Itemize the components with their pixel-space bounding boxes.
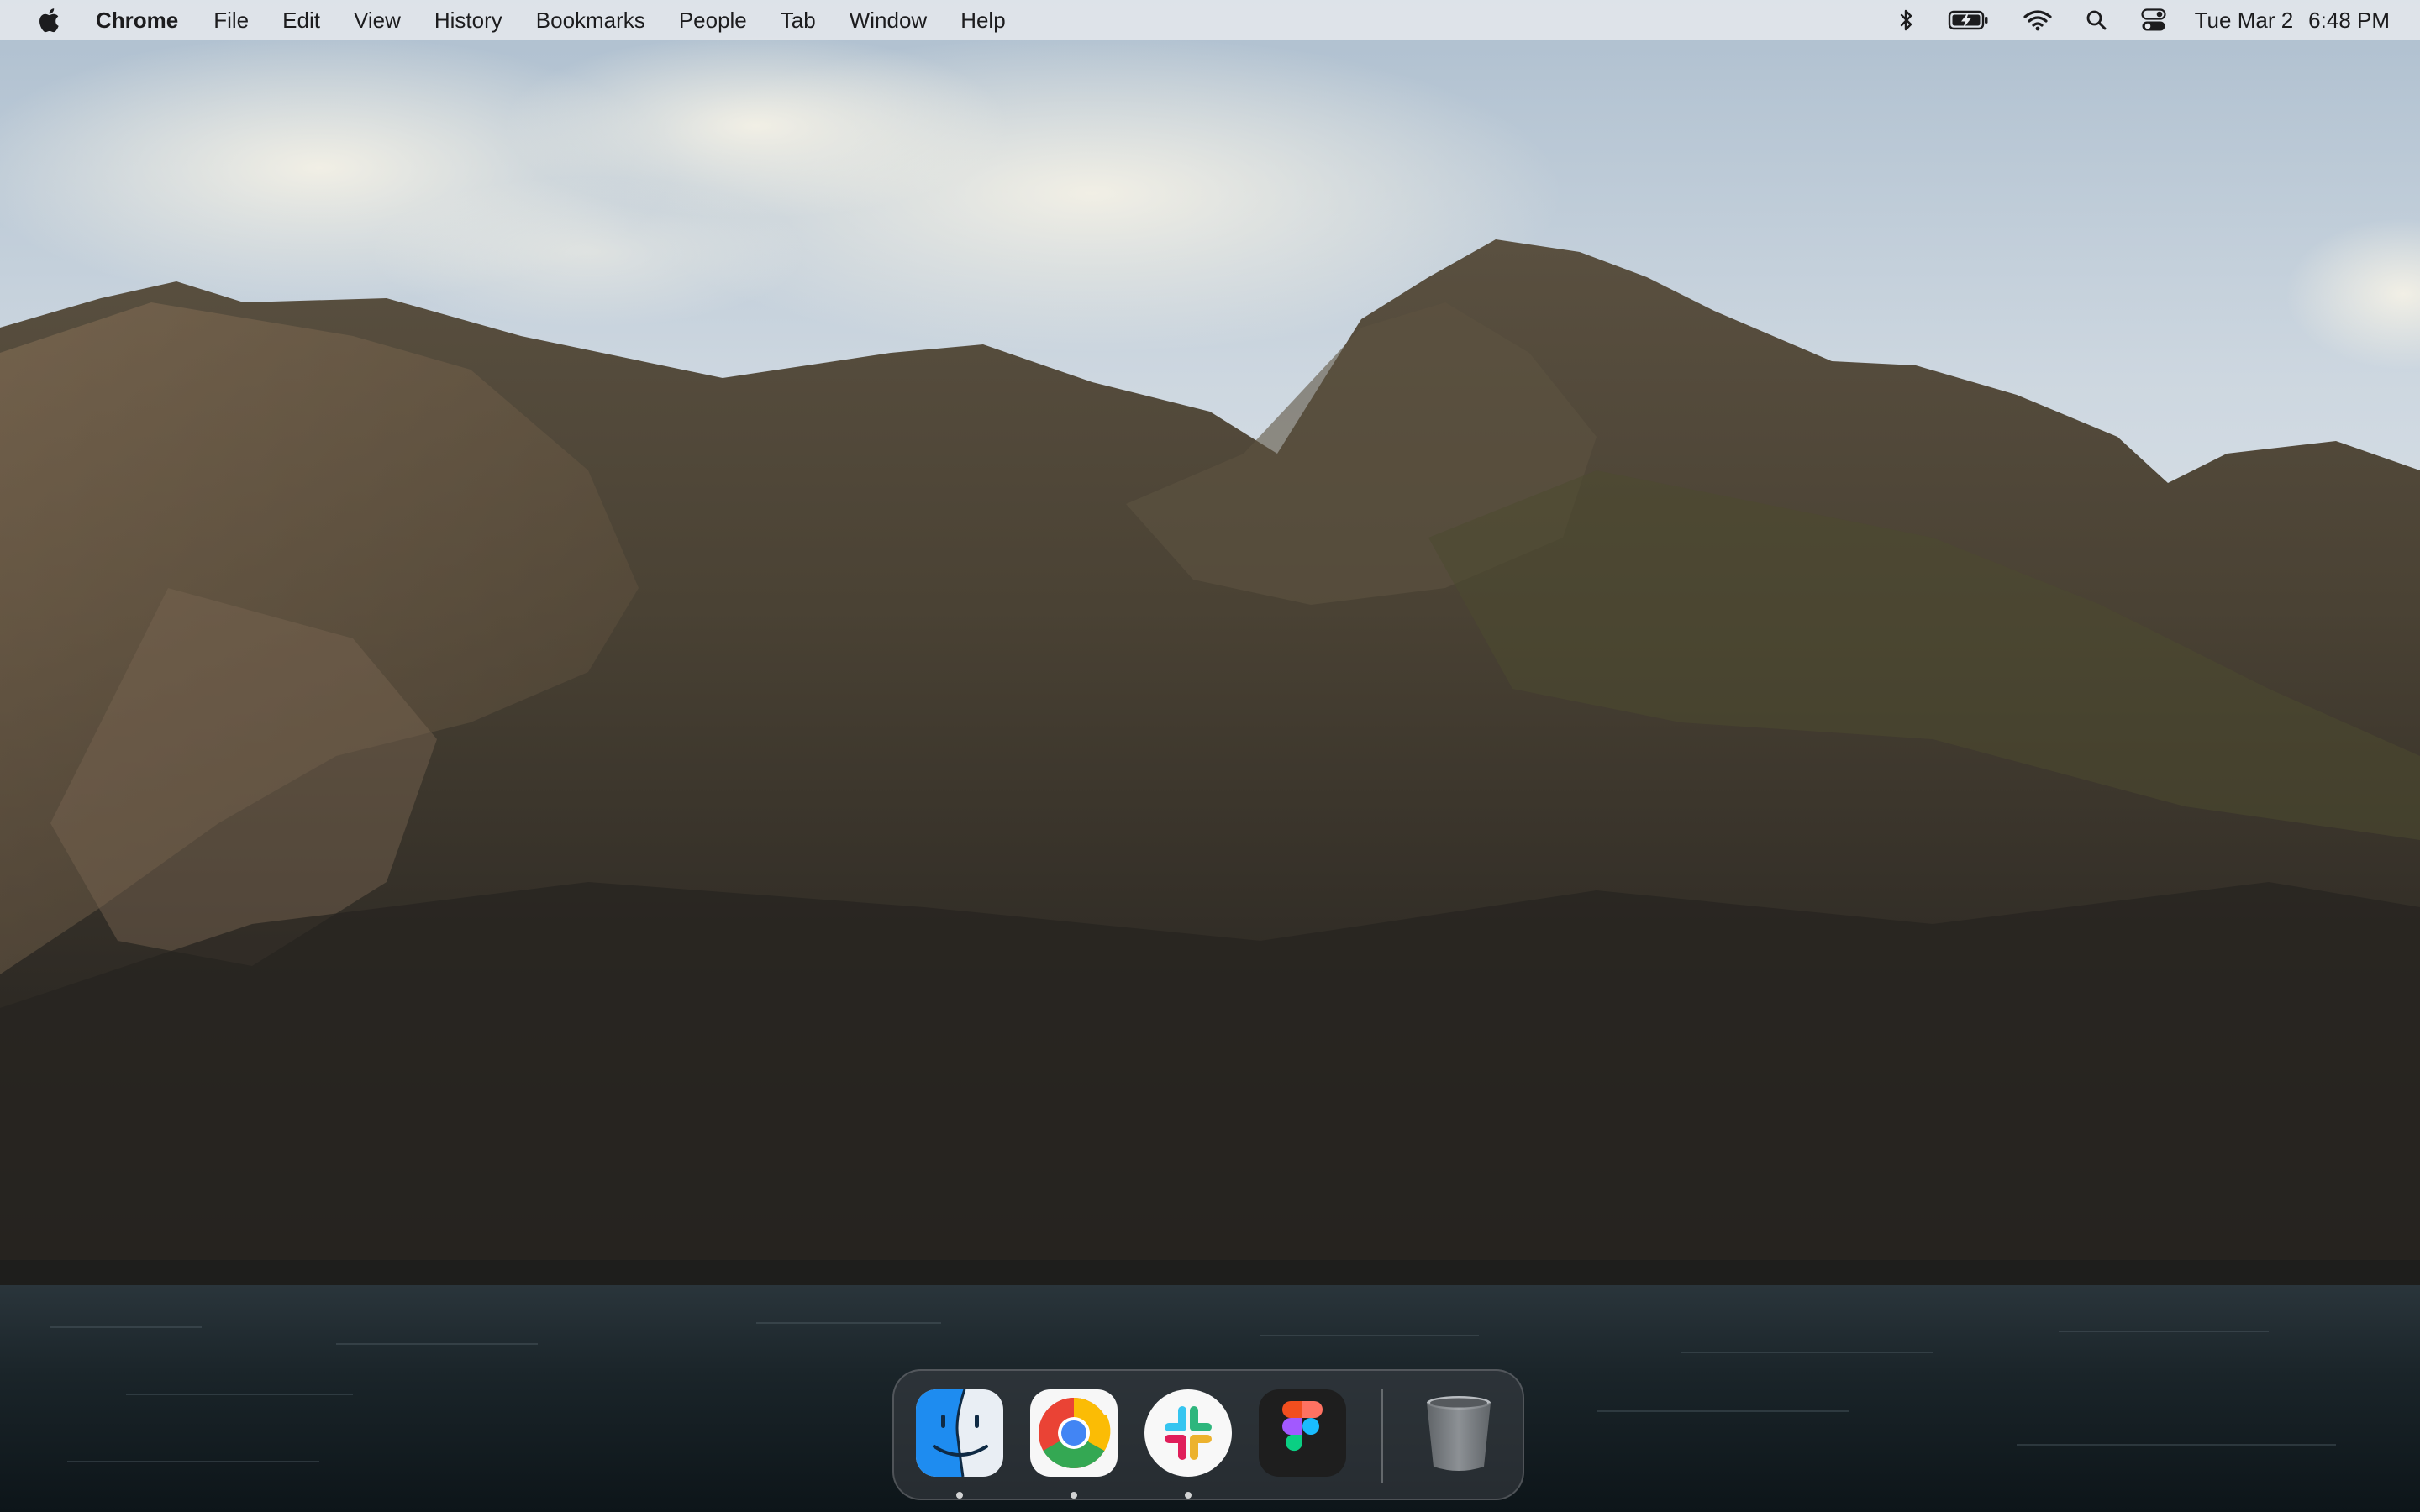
menu-bar-left: Chrome File Edit View History Bookmarks … <box>0 0 1039 40</box>
dock-item-chrome[interactable] <box>1027 1386 1121 1480</box>
clock-time: 6:48 PM <box>2308 8 2390 33</box>
menu-history[interactable]: History <box>434 0 502 40</box>
slack-icon <box>1144 1389 1232 1477</box>
menu-window[interactable]: Window <box>850 0 927 40</box>
dock-divider <box>1381 1389 1383 1483</box>
chrome-running-indicator <box>1071 1492 1077 1499</box>
battery-icon[interactable] <box>1948 0 1990 40</box>
menu-bar-clock[interactable]: Tue Mar 2 6:48 PM <box>2195 0 2390 40</box>
menu-view[interactable]: View <box>354 0 401 40</box>
desktop-wallpaper <box>0 0 2420 1512</box>
menu-help[interactable]: Help <box>960 0 1005 40</box>
desktop: Chrome File Edit View History Bookmarks … <box>0 0 2420 1512</box>
menu-bar-status: Tue Mar 2 6:48 PM <box>1865 0 2390 40</box>
apple-menu-icon[interactable] <box>34 3 62 37</box>
slack-running-indicator <box>1185 1492 1192 1499</box>
menu-tab[interactable]: Tab <box>781 0 816 40</box>
menu-file[interactable]: File <box>213 0 249 40</box>
finder-running-indicator <box>956 1492 963 1499</box>
menu-people[interactable]: People <box>679 0 747 40</box>
dock <box>892 1369 1524 1500</box>
menu-bookmarks[interactable]: Bookmarks <box>536 0 645 40</box>
dock-item-trash[interactable] <box>1412 1386 1506 1480</box>
dock-item-finder[interactable] <box>913 1386 1007 1480</box>
bluetooth-icon[interactable] <box>1899 0 1914 40</box>
wifi-icon[interactable] <box>2023 0 2052 40</box>
menu-edit[interactable]: Edit <box>282 0 320 40</box>
trash-icon <box>1427 1396 1491 1471</box>
spotlight-search-icon[interactable] <box>2086 0 2107 40</box>
control-center-icon[interactable] <box>2141 0 2166 40</box>
figma-icon <box>1259 1389 1346 1477</box>
chrome-icon <box>1030 1389 1118 1477</box>
dock-item-figma[interactable] <box>1255 1386 1349 1480</box>
dock-item-slack[interactable] <box>1141 1386 1235 1480</box>
clock-date: Tue Mar 2 <box>2194 8 2294 33</box>
menu-app-name[interactable]: Chrome <box>96 0 178 40</box>
finder-icon <box>916 1389 1003 1478</box>
menu-bar: Chrome File Edit View History Bookmarks … <box>0 0 2420 40</box>
